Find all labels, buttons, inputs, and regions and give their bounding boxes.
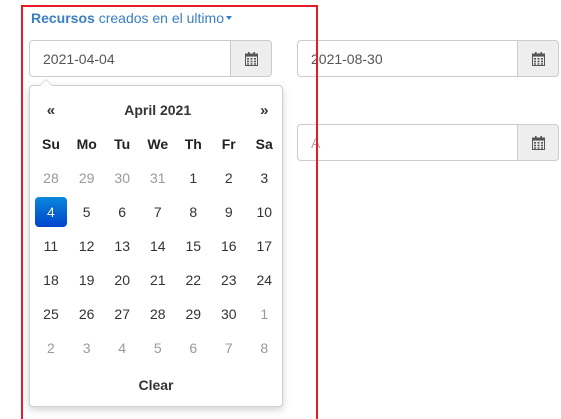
third-date-calendar-button[interactable] (517, 124, 559, 161)
weekday-label: Mo (76, 136, 97, 152)
day-cell[interactable]: 31 (140, 161, 176, 195)
day-cell[interactable]: 6 (104, 195, 139, 229)
day-cell[interactable]: 2 (211, 161, 246, 195)
week-row: 11 12 13 14 15 16 17 (33, 229, 282, 263)
selected-day-cell[interactable]: 4 (33, 195, 69, 229)
day-cell[interactable]: 11 (33, 229, 69, 263)
day-cell[interactable]: 8 (246, 331, 282, 365)
day-cell[interactable]: 10 (246, 195, 282, 229)
date-from-calendar-button[interactable] (230, 40, 272, 77)
date-to-group (297, 40, 559, 77)
day-cell[interactable]: 16 (211, 229, 246, 263)
calendar-icon (531, 135, 545, 150)
weekday-label: Th (184, 136, 202, 152)
weekday-label: Su (42, 136, 60, 152)
week-row: 2 3 4 5 6 7 8 (33, 331, 282, 365)
caret-down-icon (226, 16, 232, 20)
calendar-icon (531, 51, 545, 66)
third-date-group (297, 124, 559, 161)
day-cell[interactable]: 30 (211, 297, 246, 331)
day-cell[interactable]: 27 (104, 297, 139, 331)
day-cell[interactable]: 7 (140, 195, 176, 229)
date-to-input[interactable] (297, 40, 517, 77)
week-row: 28 29 30 31 1 2 3 (33, 161, 282, 195)
day-cell[interactable]: 17 (246, 229, 282, 263)
resources-filter-dropdown[interactable]: Recursos creados en el ultimo (31, 10, 232, 26)
day-cell[interactable]: 12 (69, 229, 105, 263)
day-cell[interactable]: 25 (33, 297, 69, 331)
day-cell[interactable]: 18 (33, 263, 69, 297)
week-row: 4 5 6 7 8 9 10 (33, 195, 282, 229)
day-cell[interactable]: 21 (140, 263, 176, 297)
day-cell[interactable]: 4 (104, 331, 139, 365)
week-row: 25 26 27 28 29 30 1 (33, 297, 282, 331)
day-cell[interactable]: 5 (140, 331, 176, 365)
day-cell[interactable]: 2 (33, 331, 69, 365)
calendar-icon (244, 51, 258, 66)
day-cell[interactable]: 1 (176, 161, 211, 195)
header-rest-text: creados en el ultimo (98, 10, 224, 26)
datepicker-dropdown: « April 2021 » Su Mo Tu We Th Fr Sa 28 2… (29, 79, 283, 407)
weekday-label: Fr (221, 136, 236, 152)
datepicker-header: « April 2021 » (33, 93, 282, 127)
day-cell[interactable]: 3 (69, 331, 105, 365)
header-bold-text: Recursos (31, 10, 95, 26)
day-cell[interactable]: 19 (69, 263, 105, 297)
clear-button[interactable]: Clear (30, 370, 282, 400)
day-cell[interactable]: 5 (69, 195, 105, 229)
weekday-label: Tu (114, 136, 131, 152)
day-cell[interactable]: 22 (176, 263, 211, 297)
week-row: 18 19 20 21 22 23 24 (33, 263, 282, 297)
day-cell[interactable]: 9 (211, 195, 246, 229)
day-cell[interactable]: 23 (211, 263, 246, 297)
day-cell[interactable]: 29 (69, 161, 105, 195)
third-date-input[interactable] (297, 124, 517, 161)
day-cell[interactable]: 29 (176, 297, 211, 331)
date-to-calendar-button[interactable] (517, 40, 559, 77)
day-cell[interactable]: 6 (176, 331, 211, 365)
day-cell[interactable]: 20 (104, 263, 139, 297)
weekday-row: Su Mo Tu We Th Fr Sa (33, 127, 282, 161)
day-cell[interactable]: 7 (211, 331, 246, 365)
day-cell[interactable]: 15 (176, 229, 211, 263)
day-cell[interactable]: 28 (33, 161, 69, 195)
day-cell[interactable]: 13 (104, 229, 139, 263)
day-cell[interactable]: 14 (140, 229, 176, 263)
prev-month-button[interactable]: « (33, 93, 69, 127)
weekday-label: We (147, 136, 169, 152)
weekday-label: Sa (255, 136, 273, 152)
next-month-button[interactable]: » (246, 93, 282, 127)
day-cell[interactable]: 3 (246, 161, 282, 195)
selected-day-label: 4 (34, 197, 67, 227)
day-cell[interactable]: 30 (104, 161, 139, 195)
day-cell[interactable]: 28 (140, 297, 176, 331)
date-from-input[interactable] (29, 40, 230, 77)
day-cell[interactable]: 26 (69, 297, 105, 331)
day-cell[interactable]: 24 (246, 263, 282, 297)
day-cell[interactable]: 1 (246, 297, 282, 331)
datepicker-calendar: « April 2021 » Su Mo Tu We Th Fr Sa 28 2… (33, 93, 282, 365)
day-cell[interactable]: 8 (176, 195, 211, 229)
month-title[interactable]: April 2021 (69, 93, 247, 127)
date-from-group (29, 40, 272, 77)
